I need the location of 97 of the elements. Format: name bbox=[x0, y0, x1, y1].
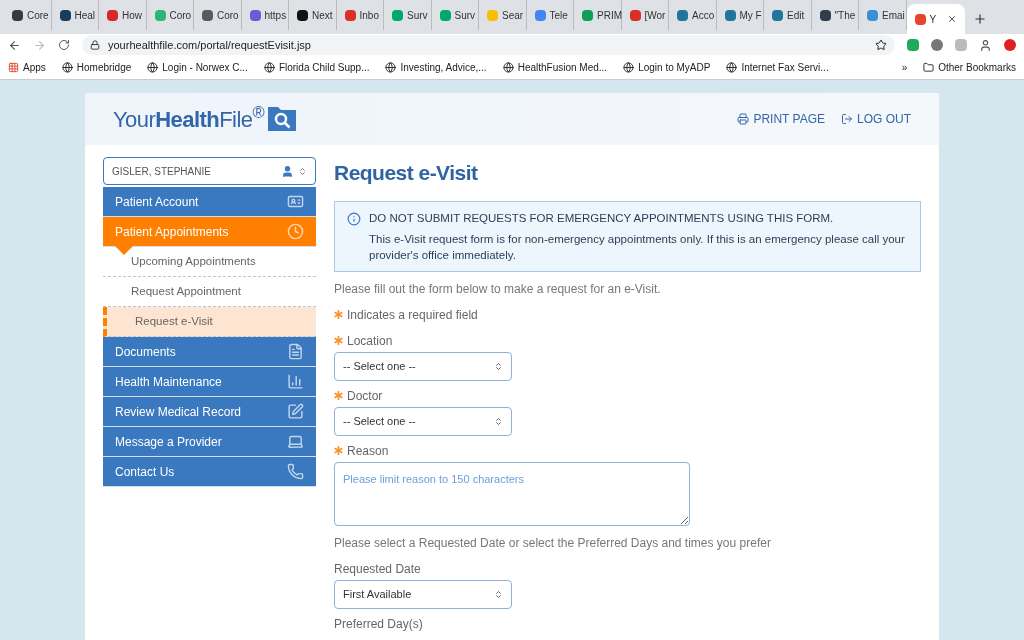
browser-tab[interactable]: https bbox=[241, 0, 289, 30]
browser-tab[interactable]: Next bbox=[289, 0, 337, 30]
other-bookmarks-link[interactable]: Other Bookmarks bbox=[923, 60, 1016, 75]
logo-search-icon bbox=[268, 107, 297, 131]
globe-icon bbox=[61, 62, 73, 73]
patient-select[interactable]: GISLER, STEPHANIE bbox=[103, 157, 316, 185]
globe-icon bbox=[502, 62, 514, 73]
info-icon bbox=[347, 211, 361, 226]
browser-tab[interactable]: [Wor bbox=[621, 0, 669, 30]
browser-tab[interactable]: How bbox=[99, 0, 147, 30]
section-icon bbox=[287, 433, 304, 450]
logout-icon bbox=[841, 113, 853, 125]
profile-icon[interactable] bbox=[979, 38, 992, 52]
browser-tab[interactable]: Acco bbox=[669, 0, 717, 30]
reason-field[interactable]: Please limit reason to 150 characters bbox=[334, 461, 690, 526]
bookmark-link[interactable]: Florida Child Supp... bbox=[263, 60, 370, 75]
printer-icon bbox=[737, 113, 750, 125]
extension-icon[interactable] bbox=[1004, 39, 1016, 51]
bookmark-link[interactable]: Internet Fax Servi... bbox=[726, 60, 829, 75]
sidebar-item[interactable]: Health Maintenance bbox=[103, 367, 316, 397]
alert-heading: DO NOT SUBMIT REQUESTS FOR EMERGENCY APPOINTMENTS USING THIS FORM. bbox=[369, 210, 835, 226]
bookmark-link[interactable]: Investing, Advice,... bbox=[385, 60, 487, 75]
new-tab-icon[interactable] bbox=[972, 12, 987, 26]
browser-tab[interactable]: Emai bbox=[859, 0, 907, 30]
asterisk-icon bbox=[334, 310, 343, 320]
select-field[interactable]: -- Select one -- bbox=[334, 406, 512, 436]
reload-icon[interactable] bbox=[58, 39, 70, 51]
browser-tab[interactable]: PRIM bbox=[574, 0, 622, 30]
extension-icon[interactable] bbox=[907, 39, 919, 51]
field-label: Doctor bbox=[347, 387, 383, 405]
bookmark-link[interactable]: Homebridge bbox=[61, 60, 132, 75]
address-bar[interactable]: yourhealthfile.com/portal/requestEvisit.jsp bbox=[82, 35, 895, 55]
select-field[interactable]: First Available bbox=[334, 579, 512, 609]
pointer-icon bbox=[115, 246, 133, 255]
globe-icon bbox=[263, 62, 275, 73]
browser-tab[interactable]: Tele bbox=[526, 0, 574, 30]
extension-icon[interactable] bbox=[931, 39, 943, 51]
field-label: Preferred Day(s) bbox=[334, 615, 423, 633]
sidebar-item[interactable]: Review Medical Record bbox=[103, 397, 316, 427]
globe-icon bbox=[385, 62, 397, 73]
section-icon bbox=[287, 193, 304, 210]
asterisk-icon bbox=[334, 336, 343, 346]
lock-icon bbox=[90, 40, 100, 50]
page-title: Request e-Visit bbox=[334, 160, 479, 186]
globe-icon bbox=[147, 62, 159, 73]
section-icon bbox=[287, 223, 304, 240]
browser-tab[interactable]: Heal bbox=[51, 0, 99, 30]
select-field[interactable]: -- Select one -- bbox=[334, 351, 512, 381]
more-bookmarks-button[interactable]: » bbox=[901, 60, 908, 75]
browser-tab[interactable]: Edit bbox=[764, 0, 812, 30]
bookmark-link[interactable]: HealthFusion Med... bbox=[502, 60, 608, 75]
browser-tab[interactable]: Sear bbox=[479, 0, 527, 30]
browser-tab[interactable]: Coro bbox=[146, 0, 194, 30]
browser-tab[interactable]: Coro bbox=[194, 0, 242, 30]
section-icon bbox=[287, 343, 304, 360]
back-icon[interactable] bbox=[8, 38, 21, 52]
bookmark-link[interactable]: Apps bbox=[8, 60, 46, 75]
browser-tab[interactable]: My F bbox=[716, 0, 764, 30]
updown-icon bbox=[494, 361, 503, 371]
required-note: Indicates a required field bbox=[347, 306, 478, 324]
field-label: Requested Date bbox=[334, 560, 421, 578]
sidebar-subitem[interactable]: Request e-Visit bbox=[103, 307, 316, 337]
sidebar-item[interactable]: Documents bbox=[103, 337, 316, 367]
section-icon bbox=[287, 373, 304, 390]
field-label: Reason bbox=[347, 442, 389, 460]
apps-icon bbox=[8, 62, 19, 73]
print-link[interactable]: PRINT PAGE bbox=[737, 110, 825, 128]
asterisk-icon bbox=[334, 446, 343, 456]
sidebar-item[interactable]: Message a Provider bbox=[103, 427, 316, 457]
browser-tab[interactable]: Surv bbox=[431, 0, 479, 30]
asterisk-icon bbox=[334, 391, 343, 401]
star-icon[interactable] bbox=[875, 39, 887, 51]
folder-icon bbox=[923, 62, 935, 73]
date-note: Please select a Requested Date or select the Preferred Days and times you prefer bbox=[334, 534, 772, 552]
close-icon[interactable] bbox=[946, 14, 957, 24]
updown-icon bbox=[298, 166, 307, 176]
bookmark-link[interactable]: Login - Norwex C... bbox=[147, 60, 248, 75]
logo-text: YourHealthFile$^{®}$ bbox=[113, 102, 265, 134]
section-icon bbox=[287, 463, 304, 480]
intro-text: Please fill out the form below to make a request for an e-Visit. bbox=[334, 280, 662, 298]
field-label: Location bbox=[347, 332, 393, 350]
section-icon bbox=[287, 403, 304, 420]
updown-icon bbox=[494, 589, 503, 599]
browser-tab[interactable]: "The bbox=[811, 0, 859, 30]
alert-text: This e-Visit request form is for non-emergency appointments only. If this is an emergency please call your provider's office immediately. bbox=[369, 231, 906, 263]
browser-tab[interactable]: Core bbox=[4, 0, 52, 30]
sidebar-item[interactable]: Contact Us bbox=[103, 457, 316, 487]
globe-icon bbox=[623, 62, 635, 73]
browser-tab[interactable]: Inbo bbox=[336, 0, 384, 30]
updown-icon bbox=[494, 416, 503, 426]
globe-icon bbox=[726, 62, 738, 73]
bookmark-link[interactable]: Login to MyADP bbox=[623, 60, 711, 75]
browser-tab[interactable]: Surv bbox=[384, 0, 432, 30]
person-icon bbox=[281, 164, 294, 178]
sidebar-item[interactable]: Patient Account bbox=[103, 187, 316, 217]
logout-link[interactable]: LOG OUT bbox=[841, 110, 911, 128]
browser-tab[interactable]: Y bbox=[906, 4, 965, 34]
